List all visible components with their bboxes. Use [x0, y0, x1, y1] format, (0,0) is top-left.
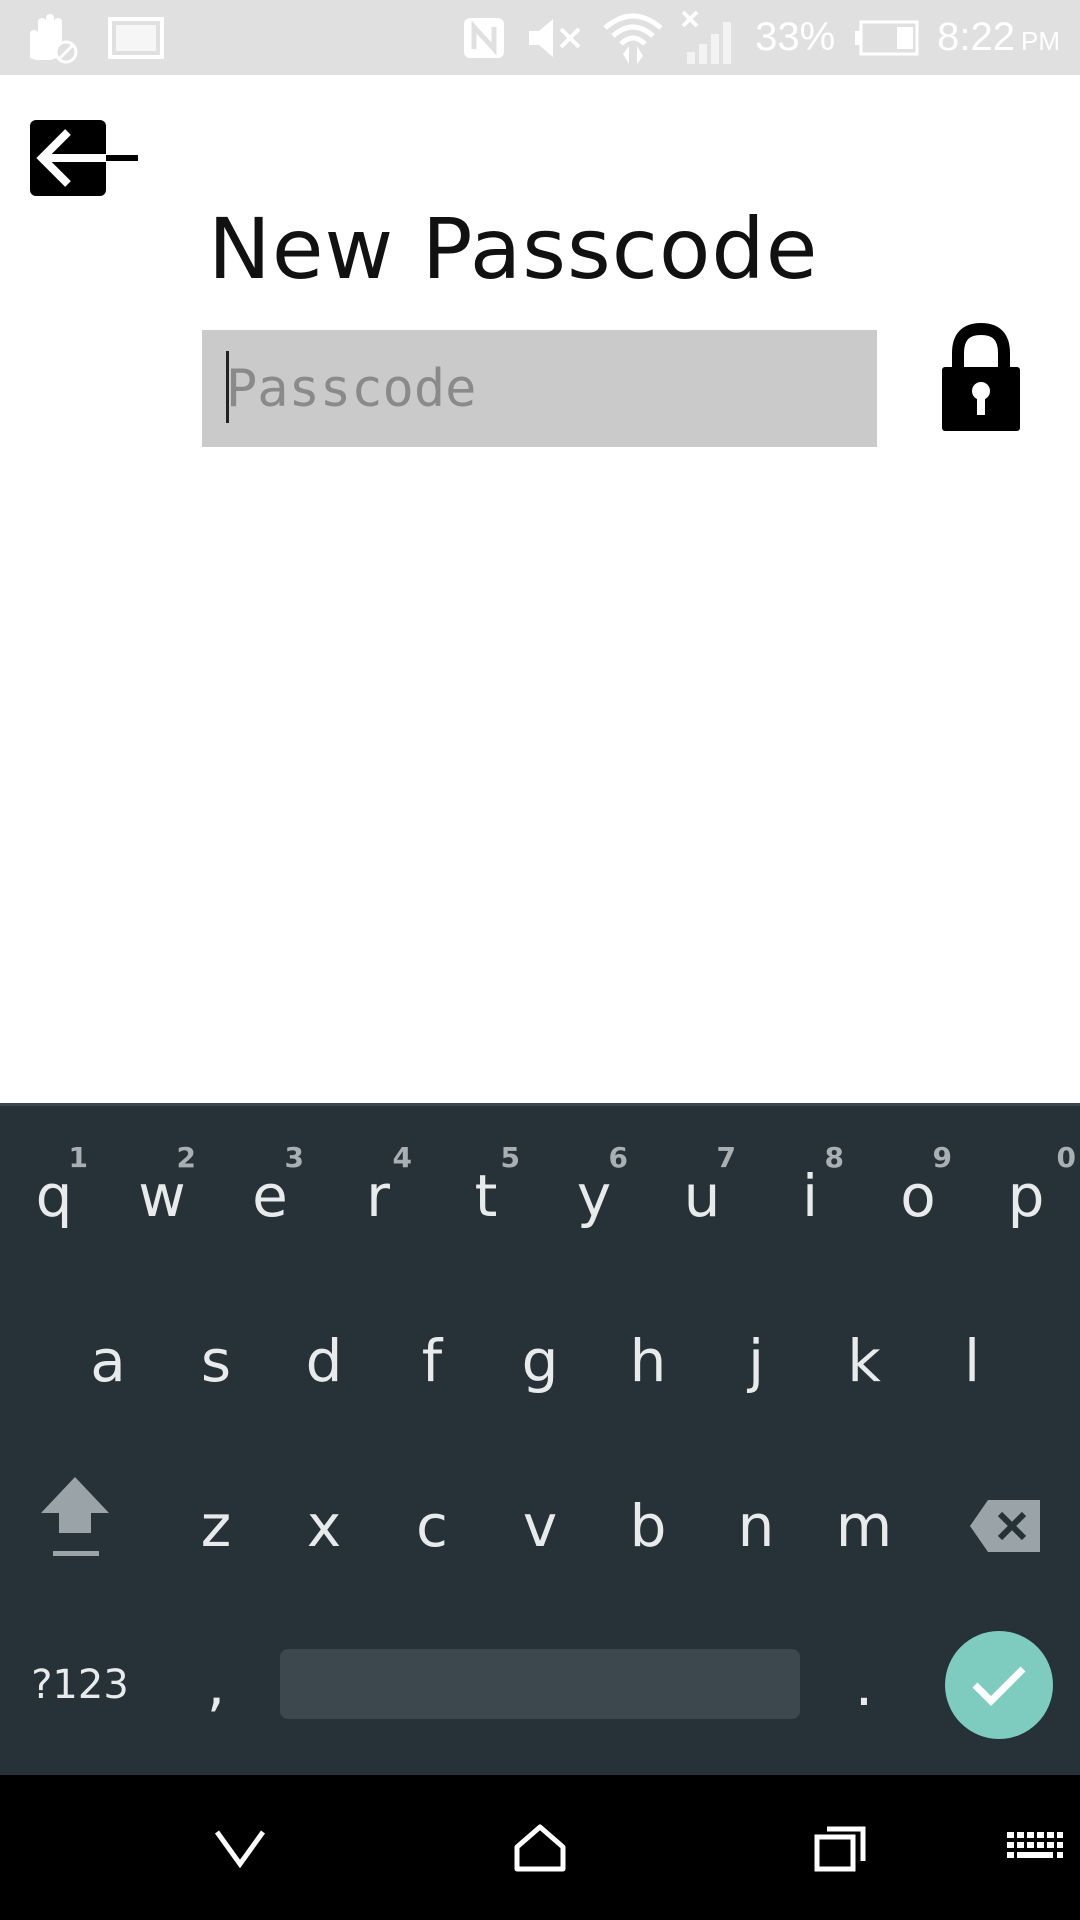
- clock: 8:22 PM: [937, 15, 1060, 60]
- key-hint: 8: [824, 1141, 844, 1174]
- navigation-bar: [0, 1775, 1080, 1920]
- key-y[interactable]: 6 y: [540, 1141, 648, 1251]
- key-w[interactable]: 2 w: [108, 1141, 216, 1251]
- key-hint: 7: [716, 1141, 736, 1174]
- key-label: e: [252, 1162, 288, 1230]
- key-n[interactable]: n: [702, 1471, 810, 1581]
- key-m[interactable]: m: [810, 1471, 918, 1581]
- key-s[interactable]: s: [162, 1306, 270, 1416]
- keyboard-switch-button[interactable]: [995, 1775, 1075, 1920]
- nav-recents-button[interactable]: [790, 1775, 890, 1920]
- key-hint: 3: [284, 1141, 304, 1174]
- key-hint: 1: [68, 1141, 88, 1174]
- keyboard-switch-icon: [1007, 1831, 1063, 1858]
- symbols-key[interactable]: ?123: [20, 1631, 140, 1739]
- period-key[interactable]: .: [810, 1631, 918, 1739]
- key-f[interactable]: f: [378, 1306, 486, 1416]
- key-k[interactable]: k: [810, 1306, 918, 1416]
- key-label: q: [35, 1162, 73, 1230]
- screenshot-icon: [108, 16, 164, 59]
- clock-time: 8:22: [937, 15, 1015, 59]
- enter-key[interactable]: [945, 1631, 1053, 1739]
- status-bar-right: 33% 8:22 PM: [461, 0, 1060, 75]
- page-title: New Passcode: [208, 200, 819, 298]
- key-h[interactable]: h: [594, 1306, 702, 1416]
- key-hint: 2: [176, 1141, 196, 1174]
- key-hint: 5: [500, 1141, 520, 1174]
- key-j[interactable]: j: [702, 1306, 810, 1416]
- key-label: y: [576, 1162, 612, 1230]
- nav-back-icon: [214, 1830, 266, 1868]
- no-signal-icon: [681, 10, 737, 66]
- key-d[interactable]: d: [270, 1306, 378, 1416]
- comma-key[interactable]: ,: [162, 1631, 270, 1739]
- battery-percent: 33%: [755, 15, 836, 59]
- backspace-key[interactable]: [950, 1471, 1060, 1581]
- key-p[interactable]: 0 p: [972, 1141, 1080, 1251]
- clock-ampm: PM: [1021, 26, 1060, 56]
- back-button[interactable]: [28, 118, 140, 200]
- text-cursor: [226, 351, 229, 423]
- key-g[interactable]: g: [486, 1306, 594, 1416]
- nav-recents-icon: [814, 1826, 866, 1871]
- key-label: u: [683, 1162, 721, 1230]
- nfc-icon: [461, 15, 507, 61]
- nav-back-button[interactable]: [190, 1775, 290, 1920]
- key-v[interactable]: v: [486, 1471, 594, 1581]
- wifi-icon: [603, 10, 663, 66]
- key-i[interactable]: 8 i: [756, 1141, 864, 1251]
- passcode-input[interactable]: [202, 330, 877, 447]
- key-r[interactable]: 4 r: [324, 1141, 432, 1251]
- key-x[interactable]: x: [270, 1471, 378, 1581]
- key-hint: 9: [932, 1141, 952, 1174]
- shift-icon: [41, 1477, 109, 1556]
- checkmark-icon: [972, 1666, 1026, 1706]
- backspace-icon: [970, 1500, 1040, 1552]
- lock-icon: [940, 322, 1022, 433]
- key-o[interactable]: 9 o: [864, 1141, 972, 1251]
- status-bar-left: [22, 0, 164, 75]
- key-l[interactable]: l: [918, 1306, 1026, 1416]
- status-bar: 33% 8:22 PM: [0, 0, 1080, 75]
- key-b[interactable]: b: [594, 1471, 702, 1581]
- key-c[interactable]: c: [378, 1471, 486, 1581]
- key-label: i: [801, 1162, 819, 1230]
- key-a[interactable]: a: [54, 1306, 162, 1416]
- key-t[interactable]: 5 t: [432, 1141, 540, 1251]
- key-label: p: [1007, 1162, 1045, 1230]
- space-bar[interactable]: [280, 1649, 800, 1719]
- key-z[interactable]: z: [162, 1471, 270, 1581]
- key-q[interactable]: 1 q: [0, 1141, 108, 1251]
- shift-key[interactable]: [20, 1461, 130, 1571]
- key-label: o: [900, 1162, 936, 1230]
- nav-home-icon: [514, 1824, 566, 1871]
- back-arrow-icon: [30, 120, 138, 196]
- hand-block-icon: [22, 12, 80, 64]
- nav-home-button[interactable]: [490, 1775, 590, 1920]
- mute-icon: [525, 15, 585, 61]
- soft-keyboard: 1 q 2 w 3 e 4 r 5 t 6 y 7 u 8 i 9 o 0 p …: [0, 1103, 1080, 1775]
- key-hint: 0: [1056, 1141, 1076, 1174]
- key-hint: 4: [392, 1141, 412, 1174]
- key-u[interactable]: 7 u: [648, 1141, 756, 1251]
- key-label: r: [366, 1162, 390, 1230]
- key-e[interactable]: 3 e: [216, 1141, 324, 1251]
- key-hint: 6: [608, 1141, 628, 1174]
- battery-icon: [853, 20, 919, 56]
- key-label: t: [474, 1162, 498, 1230]
